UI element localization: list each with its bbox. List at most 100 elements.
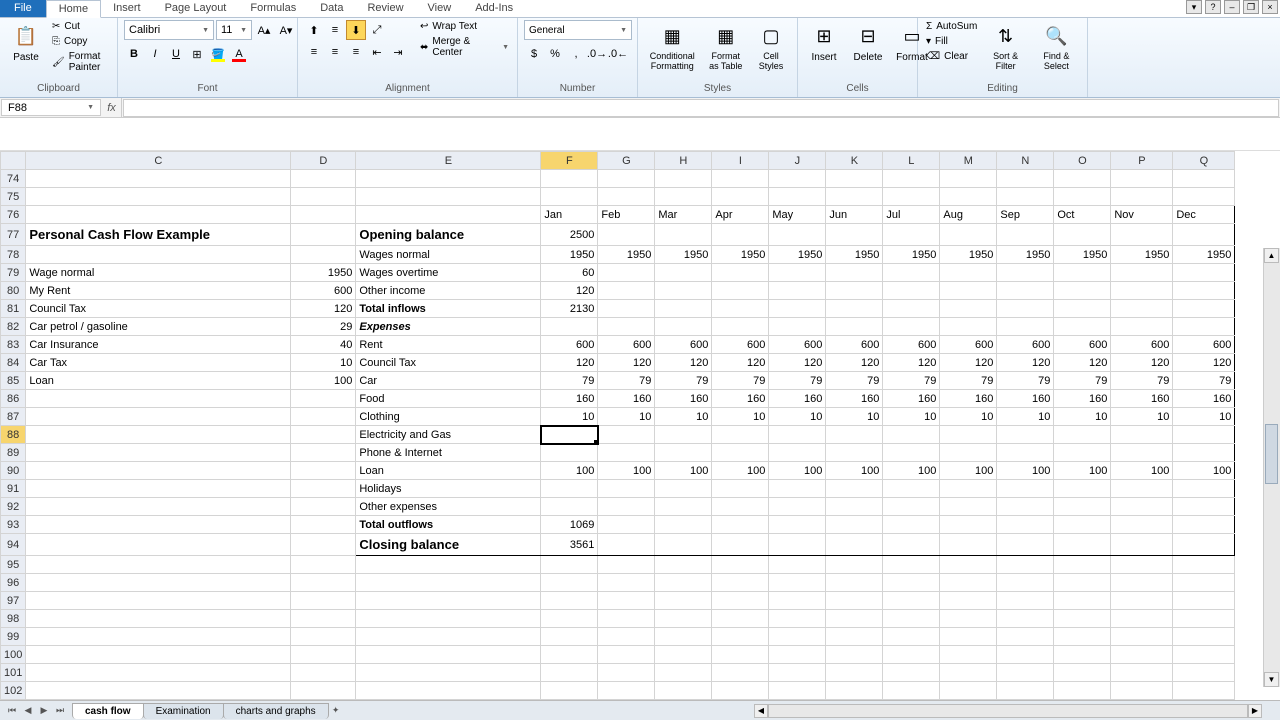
cut-button[interactable]: ✂Cut xyxy=(50,20,111,33)
cell-K88[interactable] xyxy=(826,426,883,444)
cell-N77[interactable] xyxy=(997,224,1054,246)
cell-K99[interactable] xyxy=(826,628,883,646)
cell-H102[interactable] xyxy=(655,682,712,700)
cell-N78[interactable]: 1950 xyxy=(997,246,1054,264)
cell-H85[interactable]: 79 xyxy=(655,372,712,390)
cell-D82[interactable]: 29 xyxy=(291,318,356,336)
cell-C92[interactable] xyxy=(26,498,291,516)
cell-L74[interactable] xyxy=(883,170,940,188)
cell-G79[interactable] xyxy=(598,264,655,282)
cell-F79[interactable]: 60 xyxy=(541,264,598,282)
cell-L96[interactable] xyxy=(883,574,940,592)
cell-I88[interactable] xyxy=(712,426,769,444)
font-name-combo[interactable]: Calibri▼ xyxy=(124,20,214,40)
cell-G80[interactable] xyxy=(598,282,655,300)
cell-E77[interactable]: Opening balance xyxy=(356,224,541,246)
cell-H93[interactable] xyxy=(655,516,712,534)
row-header-94[interactable]: 94 xyxy=(1,534,26,556)
row-header-100[interactable]: 100 xyxy=(1,646,26,664)
cell-C87[interactable] xyxy=(26,408,291,426)
tab-home[interactable]: Home xyxy=(46,0,101,18)
cell-E95[interactable] xyxy=(356,556,541,574)
cell-H78[interactable]: 1950 xyxy=(655,246,712,264)
cell-N101[interactable] xyxy=(997,664,1054,682)
cell-L83[interactable]: 600 xyxy=(883,336,940,354)
row-header-81[interactable]: 81 xyxy=(1,300,26,318)
row-header-87[interactable]: 87 xyxy=(1,408,26,426)
cell-G78[interactable]: 1950 xyxy=(598,246,655,264)
cell-N86[interactable]: 160 xyxy=(997,390,1054,408)
cell-F100[interactable] xyxy=(541,646,598,664)
column-header-I[interactable]: I xyxy=(712,152,769,170)
cell-O74[interactable] xyxy=(1054,170,1111,188)
cell-O79[interactable] xyxy=(1054,264,1111,282)
cell-H74[interactable] xyxy=(655,170,712,188)
sheet-tab-Examination[interactable]: Examination xyxy=(143,703,224,719)
cell-J89[interactable] xyxy=(769,444,826,462)
align-center-button[interactable]: ≡ xyxy=(325,42,345,62)
cell-J93[interactable] xyxy=(769,516,826,534)
cell-P87[interactable]: 10 xyxy=(1111,408,1173,426)
find-select-button[interactable]: 🔍Find & Select xyxy=(1032,20,1081,74)
cell-J99[interactable] xyxy=(769,628,826,646)
cell-I91[interactable] xyxy=(712,480,769,498)
cell-C74[interactable] xyxy=(26,170,291,188)
cell-C75[interactable] xyxy=(26,188,291,206)
cell-J84[interactable]: 120 xyxy=(769,354,826,372)
cell-C98[interactable] xyxy=(26,610,291,628)
cell-P96[interactable] xyxy=(1111,574,1173,592)
cell-O93[interactable] xyxy=(1054,516,1111,534)
cell-J92[interactable] xyxy=(769,498,826,516)
cell-E78[interactable]: Wages normal xyxy=(356,246,541,264)
font-color-button[interactable]: A xyxy=(229,44,249,64)
cell-C77[interactable]: Personal Cash Flow Example xyxy=(26,224,291,246)
cell-F86[interactable]: 160 xyxy=(541,390,598,408)
cell-M89[interactable] xyxy=(940,444,997,462)
cell-D92[interactable] xyxy=(291,498,356,516)
cell-O85[interactable]: 79 xyxy=(1054,372,1111,390)
decrease-decimal-button[interactable]: .0← xyxy=(608,44,628,64)
cell-O94[interactable] xyxy=(1054,534,1111,556)
cell-P102[interactable] xyxy=(1111,682,1173,700)
cell-F82[interactable] xyxy=(541,318,598,336)
cell-Q100[interactable] xyxy=(1173,646,1235,664)
cell-C83[interactable]: Car Insurance xyxy=(26,336,291,354)
cell-L79[interactable] xyxy=(883,264,940,282)
cell-L89[interactable] xyxy=(883,444,940,462)
cell-K94[interactable] xyxy=(826,534,883,556)
cell-F87[interactable]: 10 xyxy=(541,408,598,426)
cell-E79[interactable]: Wages overtime xyxy=(356,264,541,282)
column-header-C[interactable]: C xyxy=(26,152,291,170)
cell-J101[interactable] xyxy=(769,664,826,682)
cell-Q96[interactable] xyxy=(1173,574,1235,592)
cell-Q99[interactable] xyxy=(1173,628,1235,646)
row-header-85[interactable]: 85 xyxy=(1,372,26,390)
cell-Q97[interactable] xyxy=(1173,592,1235,610)
cell-C85[interactable]: Loan xyxy=(26,372,291,390)
cell-J98[interactable] xyxy=(769,610,826,628)
cell-P94[interactable] xyxy=(1111,534,1173,556)
cell-P92[interactable] xyxy=(1111,498,1173,516)
cell-L100[interactable] xyxy=(883,646,940,664)
cell-H83[interactable]: 600 xyxy=(655,336,712,354)
cell-C78[interactable] xyxy=(26,246,291,264)
cell-P88[interactable] xyxy=(1111,426,1173,444)
cell-E84[interactable]: Council Tax xyxy=(356,354,541,372)
fill-handle[interactable] xyxy=(594,440,598,444)
cell-E99[interactable] xyxy=(356,628,541,646)
cell-J75[interactable] xyxy=(769,188,826,206)
cell-N95[interactable] xyxy=(997,556,1054,574)
column-header-F[interactable]: F xyxy=(541,152,598,170)
cell-G100[interactable] xyxy=(598,646,655,664)
align-left-button[interactable]: ≡ xyxy=(304,42,324,62)
cell-O97[interactable] xyxy=(1054,592,1111,610)
cell-J91[interactable] xyxy=(769,480,826,498)
cell-J94[interactable] xyxy=(769,534,826,556)
sort-filter-button[interactable]: ⇅Sort & Filter xyxy=(983,20,1028,74)
cell-K80[interactable] xyxy=(826,282,883,300)
cell-C79[interactable]: Wage normal xyxy=(26,264,291,282)
cell-Q95[interactable] xyxy=(1173,556,1235,574)
column-header-L[interactable]: L xyxy=(883,152,940,170)
cell-C90[interactable] xyxy=(26,462,291,480)
column-header-E[interactable]: E xyxy=(356,152,541,170)
